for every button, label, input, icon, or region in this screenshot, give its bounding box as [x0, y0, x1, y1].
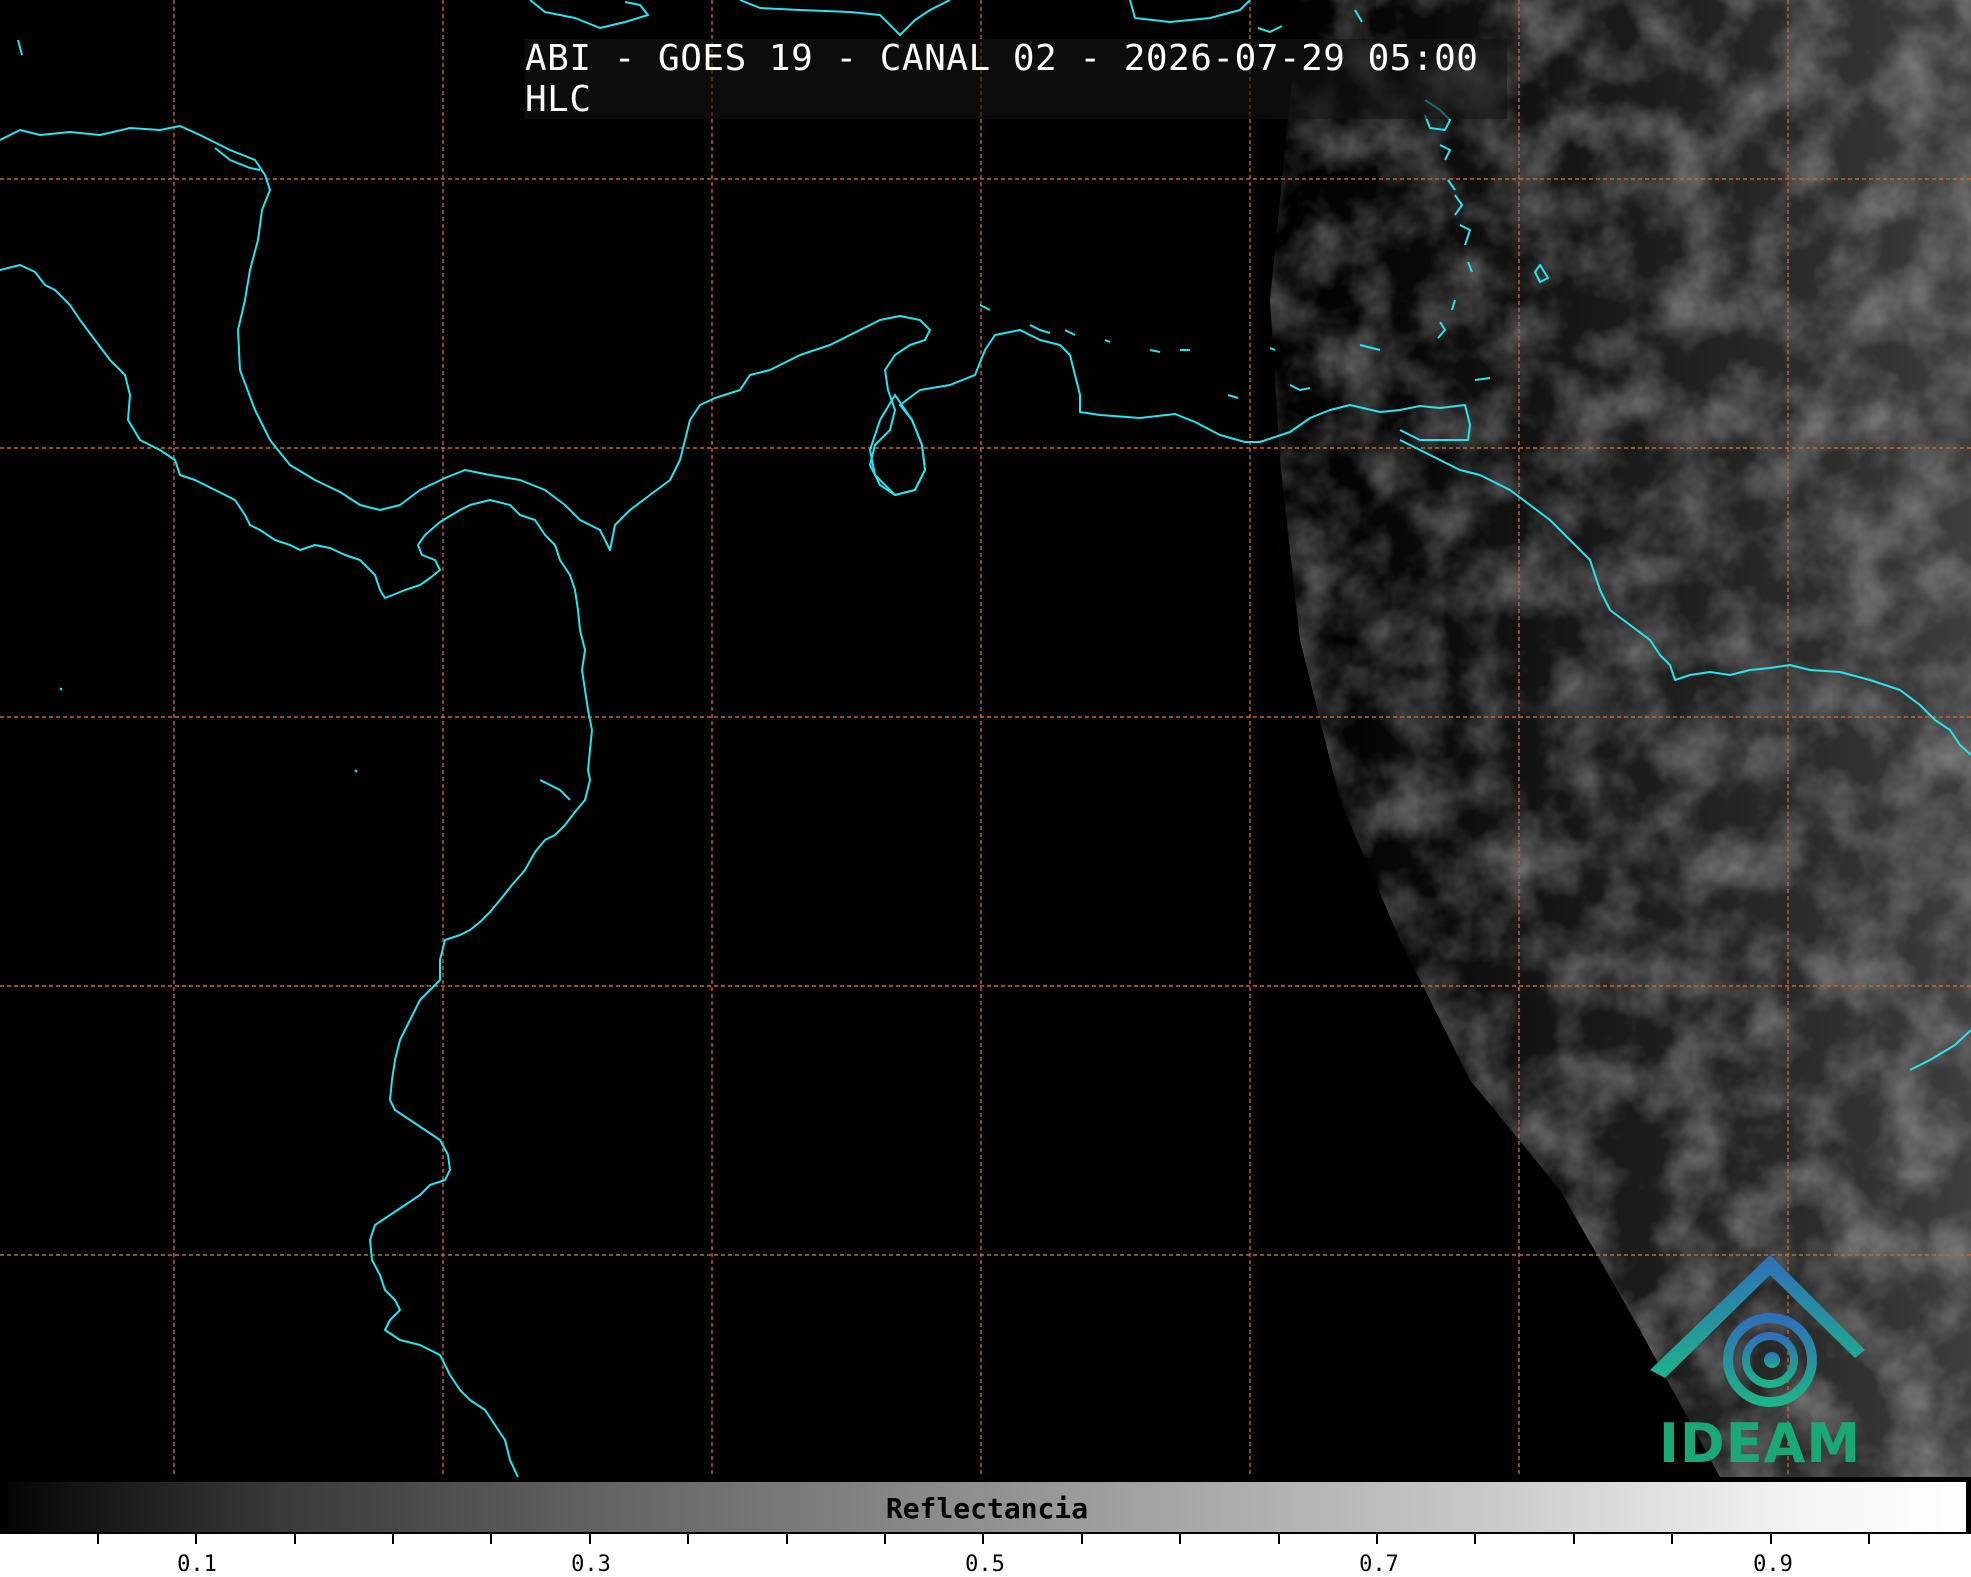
- tick-label-0.9: 0.9: [1753, 1552, 1793, 1577]
- logo-text: IDEAM: [1658, 1412, 1862, 1475]
- colorbar: Reflectancia: [6, 1480, 1968, 1534]
- tick-label-0.3: 0.3: [571, 1552, 611, 1577]
- colorbar-label: Reflectancia: [885, 1492, 1089, 1525]
- tick-label-0.1: 0.1: [177, 1552, 217, 1577]
- tick-label-0.5: 0.5: [965, 1552, 1005, 1577]
- ideam-logo: IDEAM: [1640, 1250, 1880, 1475]
- tick-label-0.7: 0.7: [1359, 1552, 1399, 1577]
- page-title: ABI - GOES 19 - CANAL 02 - 2026-07-29 05…: [525, 38, 1479, 120]
- ideam-emblem-icon: [1650, 1255, 1865, 1407]
- axis-ticks: [97, 1534, 1870, 1544]
- colorbar-axis: 0.1 0.3 0.5 0.7 0.9: [0, 1534, 1971, 1577]
- title-banner: ABI - GOES 19 - CANAL 02 - 2026-07-29 05…: [525, 38, 1507, 120]
